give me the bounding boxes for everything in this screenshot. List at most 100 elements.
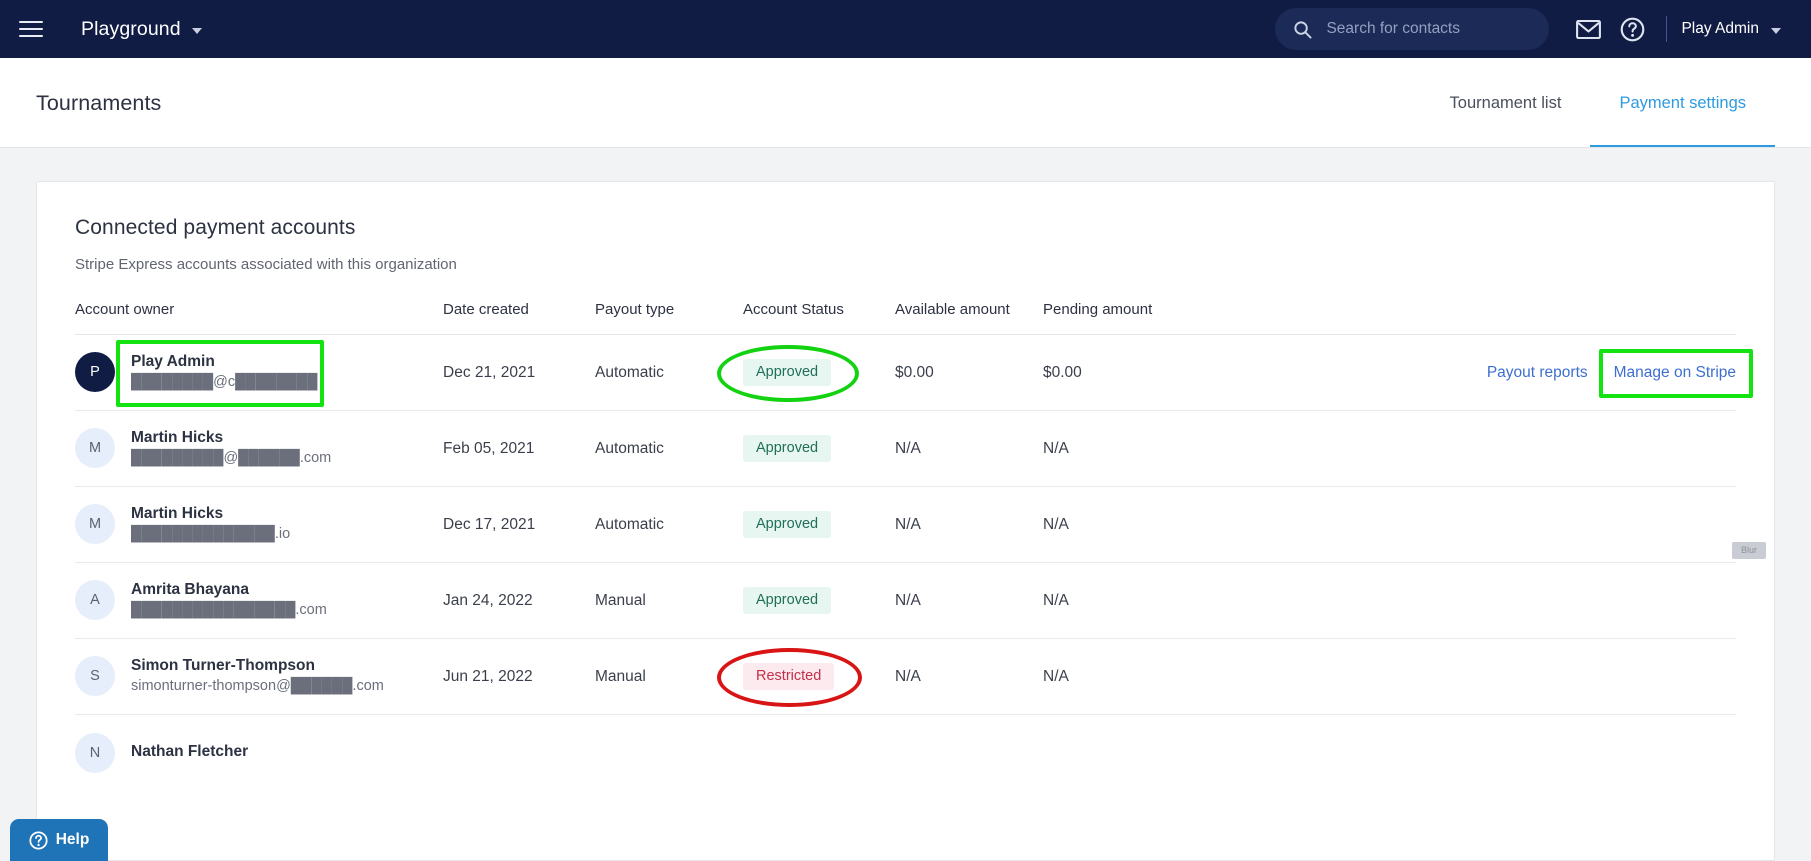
table-row[interactable]: S Simon Turner-Thompsonsimonturner-thomps…	[75, 639, 1736, 715]
header-divider	[0, 147, 1811, 148]
chevron-down-icon	[192, 28, 202, 34]
table-row[interactable]: MMartin Hicks█████████@██████.comFeb 05,…	[75, 411, 1736, 487]
cell-actions	[1243, 639, 1736, 715]
cell-available-amount: N/A	[895, 487, 1043, 563]
topbar-right-group: Play Admin	[1275, 7, 1785, 51]
page-title: Tournaments	[36, 91, 161, 116]
owner-cell: S Simon Turner-Thompsonsimonturner-thomps…	[75, 656, 443, 696]
cell-account-owner: MMartin Hicks██████████████.io	[75, 487, 443, 563]
help-circle-icon	[29, 831, 48, 850]
cell-payout-type: Automatic	[595, 487, 743, 563]
payout-reports-link[interactable]: Payout reports	[1487, 364, 1588, 381]
table-header: Account owner Date created Payout type A…	[75, 301, 1736, 335]
owner-name: Martin Hicks	[131, 428, 331, 449]
owner-name: Play Admin	[131, 352, 317, 373]
user-name-label: Play Admin	[1681, 20, 1759, 38]
cell-available-amount: N/A	[895, 639, 1043, 715]
chevron-down-icon	[1771, 28, 1781, 34]
cell-available-amount: N/A	[895, 411, 1043, 487]
cell-actions	[1243, 563, 1736, 639]
owner-email: simonturner-thompson@██████.com	[131, 677, 384, 697]
mail-icon	[1576, 20, 1601, 39]
avatar: P	[75, 352, 115, 392]
owner-name: Nathan Fletcher	[131, 742, 248, 763]
tab-payment-settings-label: Payment settings	[1619, 94, 1746, 113]
cell-account-owner: P Play Admin████████@c████████	[75, 335, 443, 411]
cell-account-owner: NNathan Fletcher	[75, 715, 443, 791]
table-row[interactable]: NNathan Fletcher	[75, 715, 1736, 791]
owner-text: Play Admin████████@c████████	[131, 352, 317, 392]
org-name-label: Playground	[81, 18, 181, 41]
cell-account-status: Approved	[743, 563, 895, 639]
help-widget-button[interactable]: Help	[10, 819, 108, 861]
search-icon	[1293, 20, 1312, 39]
owner-name: Martin Hicks	[131, 504, 290, 525]
help-circle-icon	[1620, 17, 1645, 42]
topbar-divider	[1666, 16, 1667, 42]
owner-text: Martin Hicks██████████████.io	[131, 504, 290, 544]
cell-actions	[1243, 411, 1736, 487]
owner-text: Nathan Fletcher	[131, 742, 248, 763]
cell-pending-amount: N/A	[1043, 411, 1243, 487]
org-switcher[interactable]: Playground	[81, 18, 202, 41]
status-badge: Approved	[743, 359, 831, 387]
cell-payout-type: Automatic	[595, 335, 743, 411]
avatar: A	[75, 580, 115, 620]
cell-account-owner: S Simon Turner-Thompsonsimonturner-thomps…	[75, 639, 443, 715]
cell-date-created: Dec 17, 2021	[443, 487, 595, 563]
search-input[interactable]	[1326, 20, 1533, 38]
card-title: Connected payment accounts	[75, 216, 1736, 240]
user-menu[interactable]: Play Admin	[1681, 20, 1785, 38]
cell-date-created	[443, 715, 595, 791]
table-row[interactable]: AAmrita Bhayana████████████████.comJan 2…	[75, 563, 1736, 639]
cell-pending-amount: $0.00	[1043, 335, 1243, 411]
cell-account-owner: M Martin Hicks█████████@██████.com	[75, 411, 443, 487]
mail-button[interactable]	[1566, 7, 1610, 51]
owner-cell: M Martin Hicks█████████@██████.com	[75, 428, 443, 468]
cell-account-owner: AAmrita Bhayana████████████████.com	[75, 563, 443, 639]
column-header-date-created: Date created	[443, 301, 595, 335]
table-row[interactable]: PPlay Admin████████@c████████Dec 21, 202…	[75, 335, 1736, 411]
tab-payment-settings[interactable]: Payment settings	[1590, 58, 1775, 148]
owner-cell: NNathan Fletcher	[75, 733, 443, 773]
cell-account-status	[743, 715, 895, 791]
tab-tournament-list[interactable]: Tournament list	[1421, 58, 1591, 148]
help-button[interactable]	[1610, 7, 1654, 51]
cell-account-status: Approved	[743, 487, 895, 563]
tab-bar: Tournament list Payment settings	[1421, 58, 1775, 148]
owner-name: Simon Turner-Thompson	[131, 656, 384, 677]
cell-pending-amount: N/A	[1043, 563, 1243, 639]
cell-account-status: Restricted	[743, 639, 895, 715]
owner-cell: MMartin Hicks██████████████.io	[75, 504, 443, 544]
owner-cell: P Play Admin████████@c████████	[75, 352, 443, 392]
status-badge: Approved	[743, 511, 831, 539]
table-body: PPlay Admin████████@c████████Dec 21, 202…	[75, 335, 1736, 791]
cell-pending-amount	[1043, 715, 1243, 791]
page-header: Tournaments Tournament list Payment sett…	[0, 58, 1811, 148]
status-badge: Approved	[743, 587, 831, 615]
column-header-account-owner: Account owner	[75, 301, 443, 335]
cell-actions	[1243, 487, 1736, 563]
cell-payout-type: Manual	[595, 639, 743, 715]
cell-date-created: Jun 21, 2022	[443, 639, 595, 715]
avatar: M	[75, 428, 115, 468]
table-row[interactable]: MMartin Hicks██████████████.ioDec 17, 20…	[75, 487, 1736, 563]
manage-on-stripe-link[interactable]: Manage on Stripe	[1614, 364, 1736, 381]
cell-available-amount: $0.00	[895, 335, 1043, 411]
owner-text: Martin Hicks█████████@██████.com	[131, 428, 331, 468]
owner-email: █████████@██████.com	[131, 449, 331, 469]
cell-available-amount: N/A	[895, 563, 1043, 639]
status-badge: Approved	[743, 435, 831, 463]
owner-email: ████████@c████████	[131, 373, 317, 393]
hamburger-menu-icon[interactable]	[0, 0, 62, 58]
top-navigation-bar: Playground Play Admin	[0, 0, 1811, 58]
cell-account-status: Approved	[743, 335, 895, 411]
cell-account-status: Approved	[743, 411, 895, 487]
owner-name: Amrita Bhayana	[131, 580, 327, 601]
cell-payout-type: Manual	[595, 563, 743, 639]
search-box[interactable]	[1275, 8, 1549, 50]
cell-actions: Payout reports Manage on Stripe	[1243, 335, 1736, 411]
avatar: S	[75, 656, 115, 696]
cell-payout-type: Automatic	[595, 411, 743, 487]
main-content: Connected payment accounts Stripe Expres…	[0, 148, 1811, 861]
